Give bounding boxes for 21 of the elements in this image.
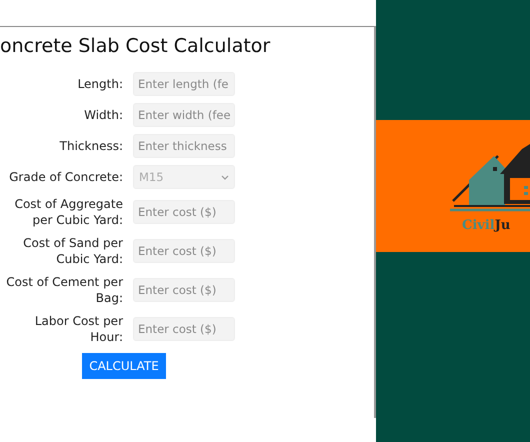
input-field[interactable]: Enter thickness: [133, 134, 235, 158]
input-field[interactable]: Enter length (fe: [133, 72, 235, 96]
grade-dropdown[interactable]: M15: [133, 165, 235, 189]
chevron-icon: [221, 174, 229, 180]
logo-text: Ju: [494, 218, 510, 232]
calculate-button[interactable]: CALCULATE: [82, 353, 166, 379]
field-label: Thickness:: [58, 138, 123, 154]
logo-text: Civil: [462, 218, 495, 232]
field-label: Cost of Cement per Bag:: [5, 274, 123, 306]
input-field[interactable]: Enter cost ($): [133, 200, 235, 224]
form-title: oncrete Slab Cost Calculator: [0, 35, 272, 57]
field-label: Cost of Sand per Cubic Yard:: [22, 235, 123, 267]
input-field[interactable]: Enter cost ($): [133, 239, 235, 263]
field-label: Grade of Concrete:: [8, 169, 123, 185]
field-label: Width:: [83, 107, 123, 123]
input-field[interactable]: Enter cost ($): [133, 278, 235, 302]
input-field[interactable]: Enter width (fee: [133, 103, 235, 127]
field-label: Cost of Aggregate per Cubic Yard:: [14, 196, 123, 228]
field-label: Labor Cost per Hour:: [34, 313, 123, 345]
input-field[interactable]: Enter cost ($): [133, 317, 235, 341]
field-label: Length:: [76, 76, 123, 92]
